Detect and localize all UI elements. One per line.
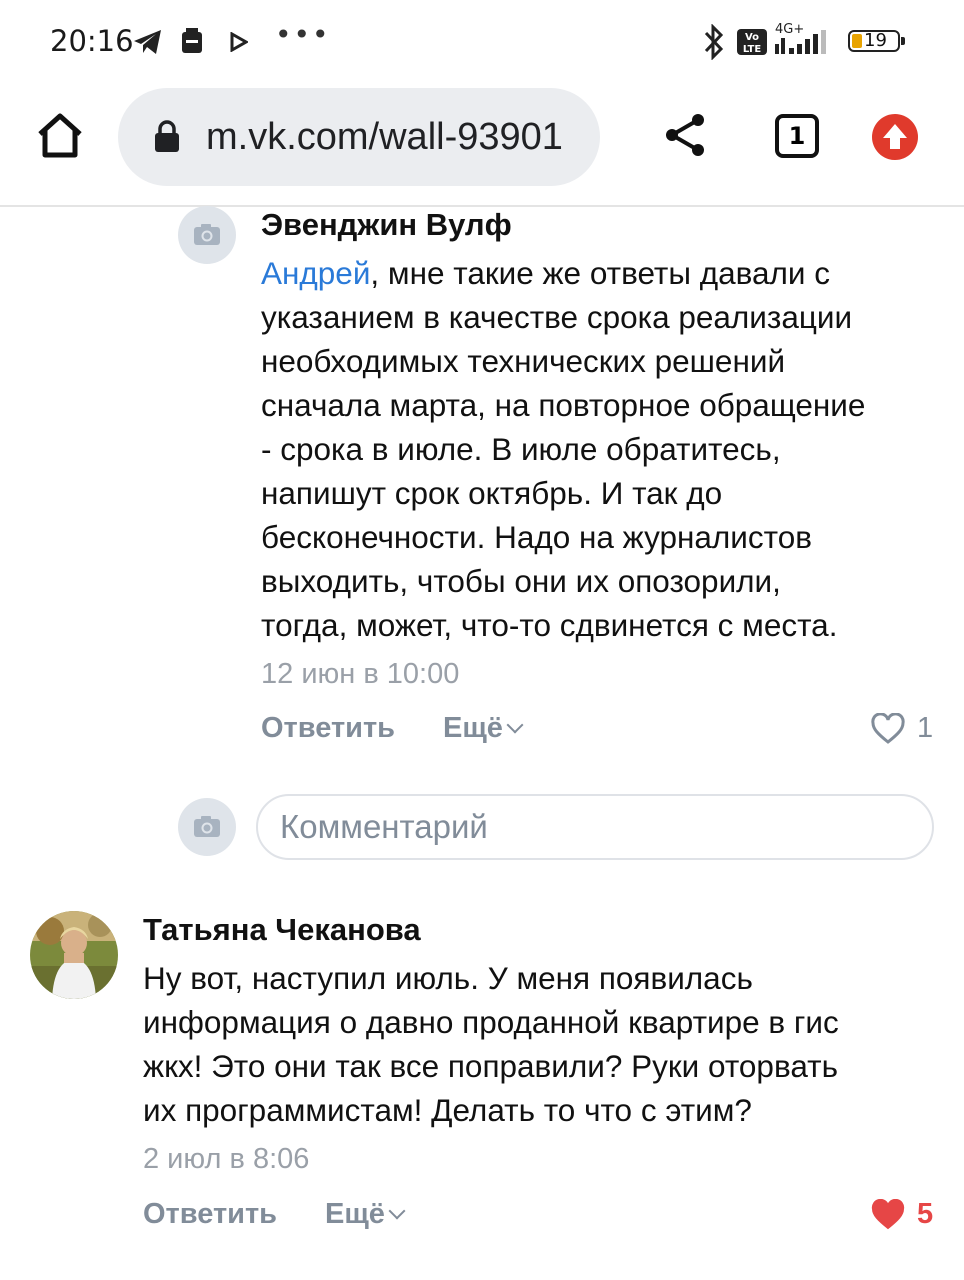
- like-count: 1: [917, 712, 934, 744]
- url-text[interactable]: m.vk.com/wall-93901: [206, 116, 563, 159]
- chevron-down-icon: [388, 1202, 406, 1220]
- volte-icon: Vo LTE: [736, 28, 768, 61]
- comment-date[interactable]: 12 июн в 10:00: [261, 658, 459, 691]
- sim-card-icon: [180, 28, 204, 59]
- bluetooth-icon: [702, 23, 726, 65]
- heart-outline-icon: [871, 712, 905, 744]
- comment-input[interactable]: [256, 794, 934, 860]
- share-button[interactable]: [662, 112, 708, 158]
- play-icon: [230, 31, 250, 57]
- comment-text: Андрей, мне такие же ответы давали с ука…: [261, 255, 866, 643]
- browser-toolbar: m.vk.com/wall-93901 1: [0, 80, 964, 207]
- like-button[interactable]: [870, 1198, 906, 1236]
- share-icon: [666, 114, 704, 156]
- home-icon: [38, 113, 82, 158]
- battery-icon: 19: [848, 30, 905, 52]
- update-icon: [883, 124, 907, 149]
- camera-icon: [194, 224, 220, 245]
- telegram-icon: [132, 28, 164, 61]
- status-time: 20:16: [50, 24, 134, 58]
- like-count: 5: [917, 1198, 934, 1230]
- comment-text: Ну вот, наступил июль. У меня появилась …: [143, 960, 839, 1128]
- battery-level: 19: [864, 30, 887, 51]
- update-button[interactable]: [872, 114, 918, 160]
- tabs-button[interactable]: 1: [775, 114, 819, 158]
- status-bar: 20:16 ••• Vo LTE 4G+ 19: [0, 0, 964, 80]
- like-button[interactable]: [870, 712, 906, 750]
- camera-icon: [194, 816, 220, 837]
- more-notifications-icon: •••: [275, 18, 331, 51]
- more-button[interactable]: Ещё: [443, 712, 524, 745]
- heart-filled-icon: [871, 1198, 905, 1230]
- reply-button[interactable]: Ответить: [143, 1198, 277, 1231]
- lock-icon[interactable]: [154, 120, 180, 152]
- comment-date[interactable]: 2 июл в 8:06: [143, 1143, 309, 1176]
- my-avatar: [178, 798, 236, 856]
- avatar[interactable]: [178, 206, 236, 264]
- avatar[interactable]: [30, 911, 118, 999]
- more-button[interactable]: Ещё: [325, 1198, 406, 1231]
- svg-text:Vo: Vo: [745, 32, 759, 43]
- chevron-down-icon: [506, 716, 524, 734]
- home-button[interactable]: [34, 110, 86, 162]
- svg-text:LTE: LTE: [743, 44, 762, 55]
- comment-author[interactable]: Татьяна Чеканова: [143, 912, 421, 948]
- mention-link[interactable]: Андрей: [261, 255, 370, 291]
- reply-button[interactable]: Ответить: [261, 712, 395, 745]
- address-bar[interactable]: m.vk.com/wall-93901: [118, 88, 600, 186]
- signal-icon: [775, 30, 835, 61]
- comment-author[interactable]: Эвенджин Вулф: [261, 207, 512, 243]
